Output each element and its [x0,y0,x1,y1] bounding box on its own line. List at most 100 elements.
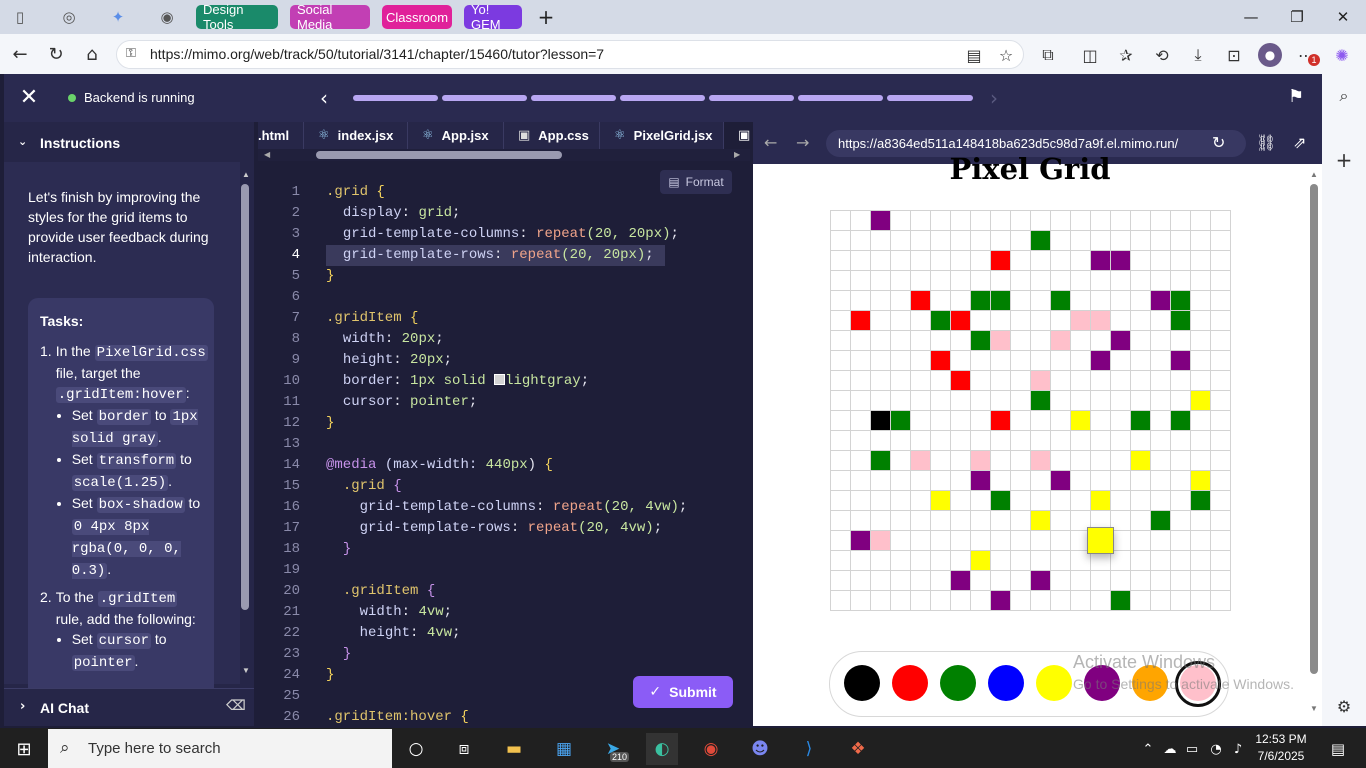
tab-app-css[interactable]: ▣ App.css [504,122,600,149]
grid-item[interactable] [990,570,1010,590]
grid-item[interactable] [910,570,930,590]
grid-item[interactable] [1030,410,1050,430]
grid-item[interactable] [1110,390,1130,410]
grid-item[interactable] [990,270,1010,290]
editor-hscroll[interactable]: ◀ ▶ [258,149,750,161]
grid-item[interactable] [850,270,870,290]
grid-item[interactable] [970,390,990,410]
grid-item[interactable] [1190,390,1210,410]
grid-item[interactable] [1050,250,1070,270]
grid-item[interactable] [1010,450,1030,470]
grid-item[interactable] [1030,550,1050,570]
grid-item[interactable] [1190,370,1210,390]
grid-item[interactable] [990,390,1010,410]
grid-item[interactable] [1090,470,1110,490]
grid-item[interactable] [1070,430,1090,450]
grid-item[interactable] [1170,490,1190,510]
grid-item[interactable] [830,210,850,230]
grid-item[interactable] [830,470,850,490]
grid-item[interactable] [1050,230,1070,250]
grid-item[interactable] [950,210,970,230]
grid-item[interactable] [830,310,850,330]
tab-pixelgrid-css-active[interactable]: ▣ [724,122,750,149]
grid-item[interactable] [970,270,990,290]
profile-avatar[interactable]: ● [1258,43,1282,67]
grid-item[interactable] [830,410,850,430]
grid-item[interactable] [1070,230,1090,250]
grid-item[interactable] [1030,290,1050,310]
grid-item[interactable] [1150,410,1170,430]
grid-item[interactable] [930,270,950,290]
preview-forward-icon[interactable]: → [796,133,809,152]
grid-item[interactable] [1190,450,1210,470]
grid-item[interactable] [1090,370,1110,390]
grid-item[interactable] [970,230,990,250]
grid-item[interactable] [1030,350,1050,370]
grid-item[interactable] [870,410,890,430]
grid-item[interactable] [1050,310,1070,330]
grid-item[interactable] [1090,490,1110,510]
pixel-grid[interactable] [830,210,1231,611]
grid-item[interactable] [1170,370,1190,390]
grid-item[interactable] [1030,210,1050,230]
grid-item[interactable] [850,570,870,590]
grid-item[interactable] [950,390,970,410]
grid-item[interactable] [1130,310,1150,330]
grid-item[interactable] [950,250,970,270]
grid-item[interactable] [870,430,890,450]
grid-item[interactable] [990,490,1010,510]
grid-item[interactable] [990,210,1010,230]
grid-item[interactable] [930,350,950,370]
grid-item[interactable] [1050,210,1070,230]
tab-pixelgrid-jsx[interactable]: ⚛ PixelGrid.jsx [600,122,724,149]
grid-item[interactable] [1190,350,1210,370]
grid-item[interactable] [970,470,990,490]
grid-item[interactable] [850,290,870,310]
grid-item[interactable] [1110,590,1130,610]
grid-item[interactable] [970,450,990,470]
color-swatch[interactable] [1036,665,1072,701]
new-tab-icon[interactable]: + [532,3,560,31]
grid-item[interactable] [870,210,890,230]
grid-item[interactable] [830,390,850,410]
grid-item[interactable] [1190,410,1210,430]
grid-item[interactable] [910,530,930,550]
github-tab-icon[interactable]: ◉ [153,3,181,31]
grid-item[interactable] [870,550,890,570]
tab-index-jsx[interactable]: ⚛ index.jsx [304,122,408,149]
extensions-icon[interactable]: ⧉ [1036,43,1060,67]
grid-item[interactable] [1150,550,1170,570]
grid-item[interactable] [1150,590,1170,610]
grid-item[interactable] [1210,230,1230,250]
grid-item[interactable] [1030,390,1050,410]
grid-item[interactable] [910,550,930,570]
grid-item[interactable] [1050,470,1070,490]
grid-item[interactable] [890,390,910,410]
grid-item[interactable] [1210,410,1230,430]
tab-app-jsx[interactable]: ⚛ App.jsx [408,122,504,149]
grid-item[interactable] [1210,210,1230,230]
grid-item[interactable] [1050,430,1070,450]
grid-item[interactable] [850,550,870,570]
grid-item[interactable] [1210,310,1230,330]
grid-item[interactable] [890,550,910,570]
grid-item[interactable] [1210,430,1230,450]
grid-item[interactable] [1130,250,1150,270]
grid-item[interactable] [1110,230,1130,250]
grid-item[interactable] [1190,330,1210,350]
preview-reload-icon[interactable]: ↻ [1212,133,1225,152]
grid-item[interactable] [1130,490,1150,510]
grid-item[interactable] [970,430,990,450]
grid-item[interactable] [1210,470,1230,490]
grid-item[interactable] [1150,350,1170,370]
format-button[interactable]: ▤ Format [660,170,732,194]
grid-item[interactable] [990,550,1010,570]
grid-item[interactable] [990,330,1010,350]
grid-item[interactable] [850,590,870,610]
grid-item[interactable] [1090,270,1110,290]
grid-item[interactable] [910,430,930,450]
grid-item[interactable] [970,370,990,390]
downloads-icon[interactable]: ⤓ [1186,43,1210,67]
grid-item[interactable] [1010,250,1030,270]
grid-item[interactable] [1050,490,1070,510]
